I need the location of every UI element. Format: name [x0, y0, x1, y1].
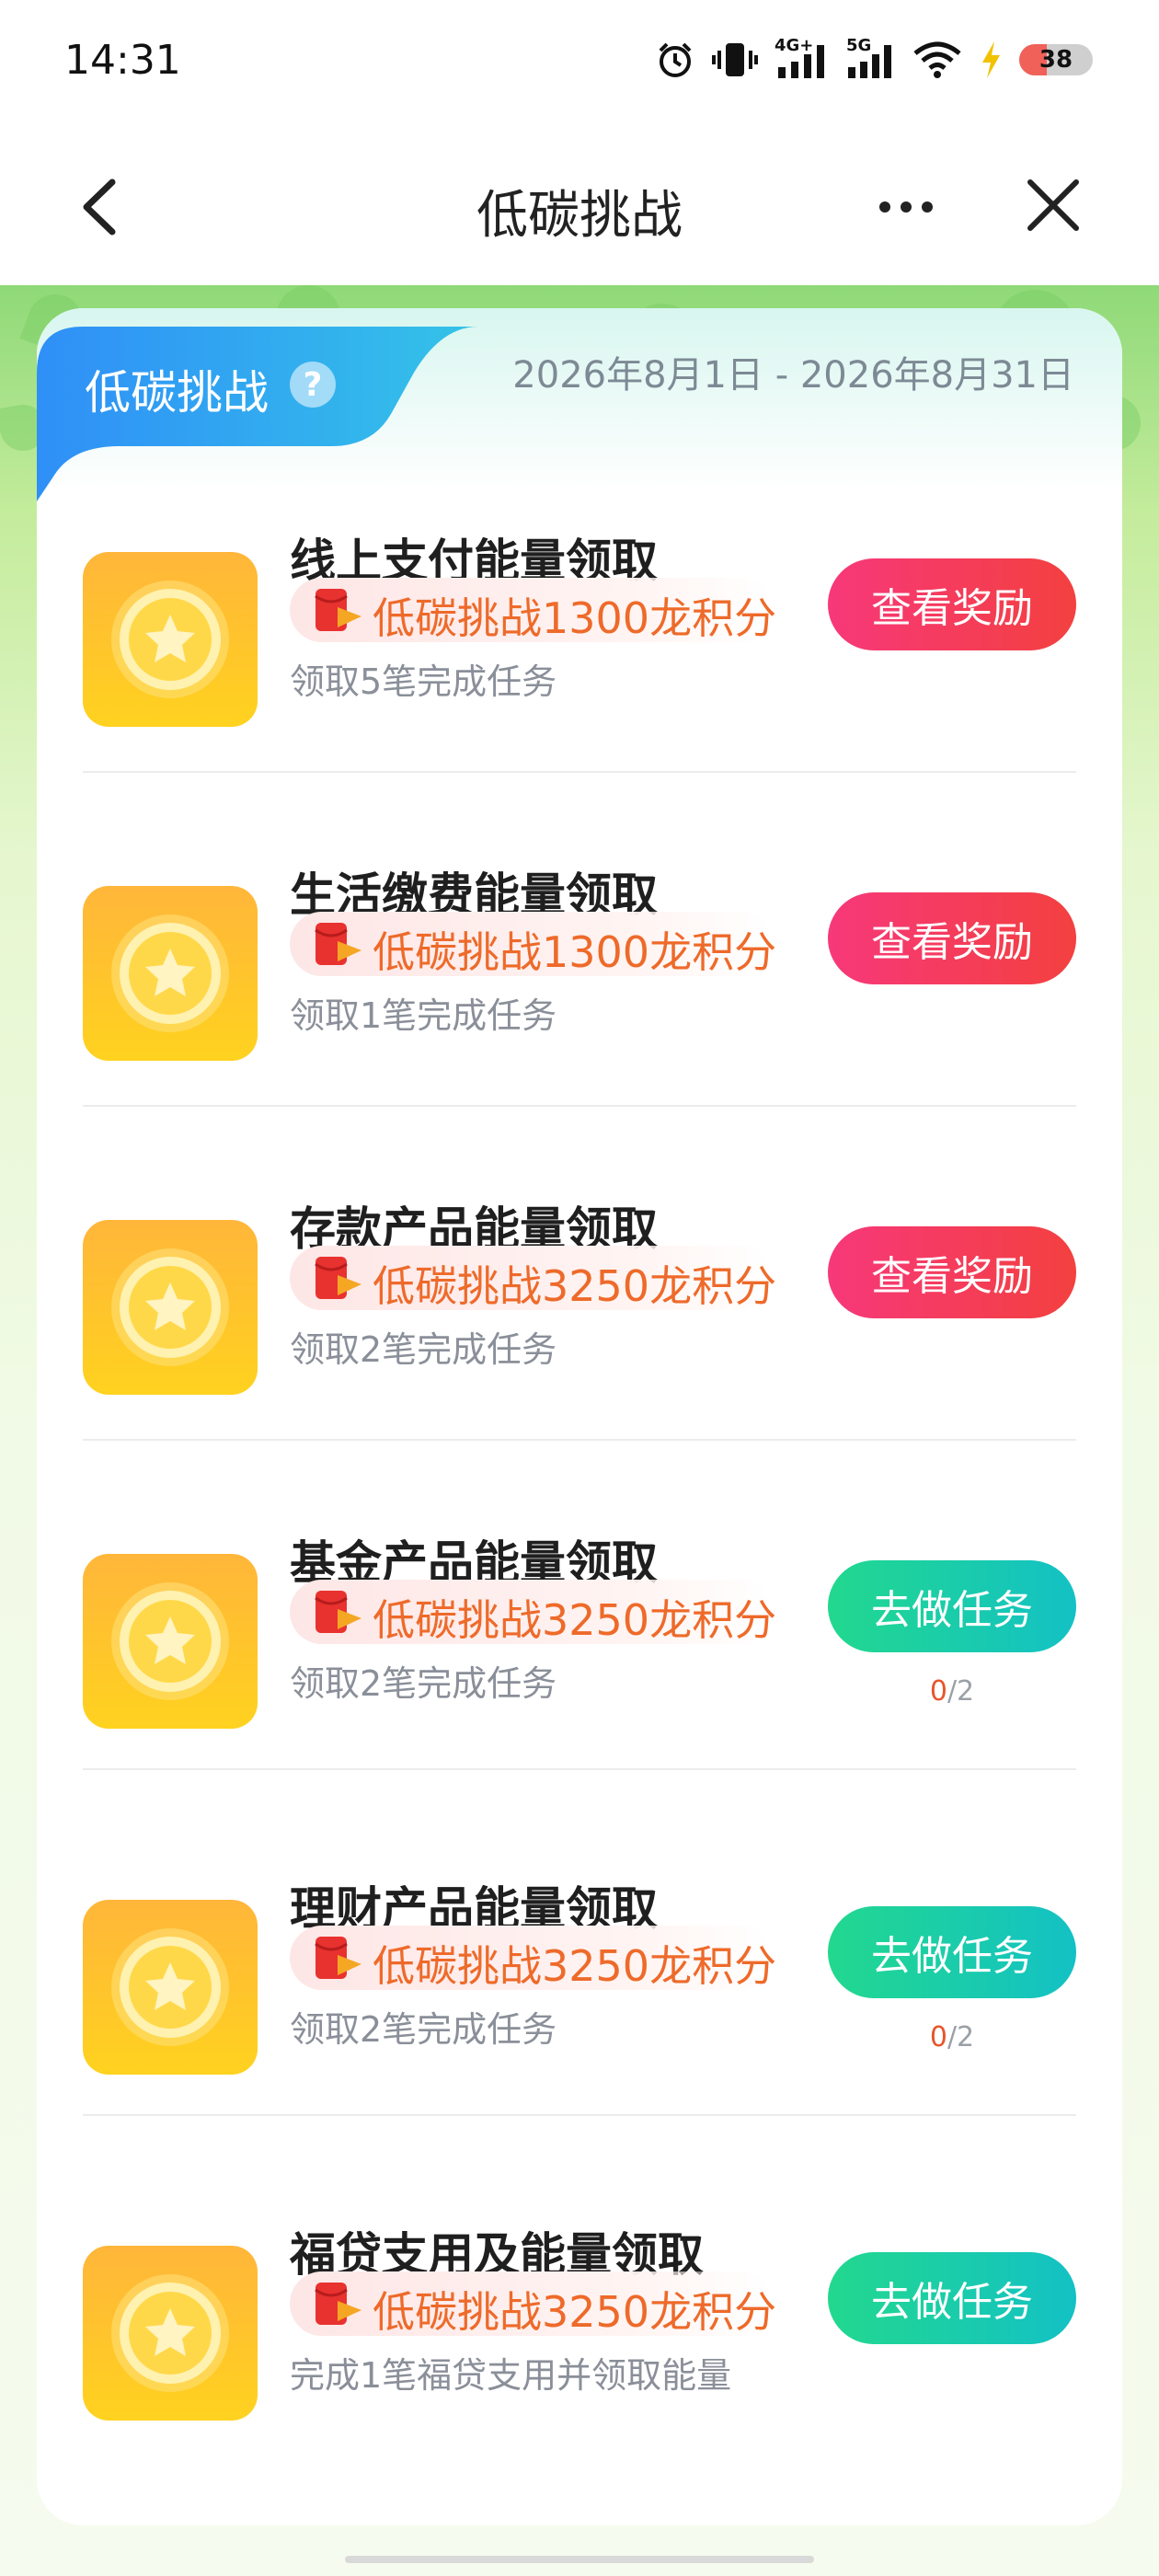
progress-total: 2 — [957, 1675, 975, 1708]
task-description: 领取1笔完成任务 — [290, 995, 557, 1036]
task-description: 领取2笔完成任务 — [290, 1663, 557, 1704]
task-icon — [83, 1900, 258, 2075]
task-icon — [83, 886, 258, 1061]
reward-badge: 低碳挑战1300龙积分 — [290, 578, 776, 643]
charging-icon — [982, 41, 1000, 78]
task-item: 理财产品能量领取 低碳挑战3250龙积分 领取2笔完成任务 去做任务 0/2 — [83, 1872, 1076, 2111]
red-envelope-icon — [315, 1937, 361, 1979]
alarm-icon — [659, 42, 692, 77]
progress-done: 0 — [929, 1675, 947, 1708]
red-envelope-icon — [315, 589, 361, 631]
task-icon — [83, 1554, 258, 1729]
task-action-button[interactable]: 查看奖励 — [828, 1226, 1076, 1318]
network-5g-indicator: 5G — [846, 36, 896, 80]
task-action-button[interactable]: 去做任务 — [828, 1906, 1076, 1998]
progress-done: 0 — [929, 2021, 947, 2053]
task-divider — [83, 1105, 1076, 1107]
task-description: 领取5笔完成任务 — [290, 661, 557, 702]
task-description: 领取2笔完成任务 — [290, 2009, 557, 2050]
task-item: 基金产品能量领取 低碳挑战3250龙积分 领取2笔完成任务 去做任务 0/2 — [83, 1526, 1076, 1765]
network-4g-indicator: 4G+ — [775, 36, 830, 80]
reward-text: 低碳挑战1300龙积分 — [373, 927, 777, 977]
reward-badge: 低碳挑战1300龙积分 — [290, 912, 776, 977]
status-time: 14:31 — [64, 37, 181, 84]
challenge-card: 低碳挑战 ? 2026年8月1日 - 2026年8月31日 线上支付能量领取 低… — [37, 308, 1122, 2525]
close-icon — [1027, 179, 1079, 231]
question-icon[interactable]: ? — [290, 362, 336, 408]
task-divider — [83, 771, 1076, 773]
status-bar: 14:31 4G+ 5G 38 — [0, 0, 1159, 124]
tab-title: 低碳挑战 — [85, 366, 269, 420]
red-envelope-icon — [315, 2283, 361, 2325]
reward-text: 低碳挑战3250龙积分 — [373, 1261, 777, 1311]
red-envelope-icon — [315, 923, 361, 965]
page-title: 低碳挑战 — [476, 186, 683, 246]
task-divider — [83, 2114, 1076, 2116]
nav-bar: 低碳挑战 — [0, 124, 1159, 285]
progress-total: 2 — [957, 2021, 975, 2053]
signal-icon — [848, 45, 891, 78]
task-description: 完成1笔福贷支用并领取能量 — [290, 2355, 732, 2396]
reward-text: 低碳挑战3250龙积分 — [373, 2287, 777, 2337]
task-item: 生活缴费能量领取 低碳挑战1300龙积分 领取1笔完成任务 查看奖励 — [83, 858, 1076, 1098]
progress-separator: / — [947, 1675, 958, 1708]
task-action-button[interactable]: 去做任务 — [828, 1560, 1076, 1652]
reward-badge: 低碳挑战3250龙积分 — [290, 1246, 776, 1311]
wifi-icon — [913, 41, 961, 78]
coin-star-icon — [111, 581, 229, 698]
task-divider — [83, 1439, 1076, 1441]
task-action-button[interactable]: 去做任务 — [828, 2252, 1076, 2344]
reward-badge: 低碳挑战3250龙积分 — [290, 1580, 776, 1645]
task-divider — [83, 1768, 1076, 1770]
coin-star-icon — [111, 1248, 229, 1366]
date-range: 2026年8月1日 - 2026年8月31日 — [512, 354, 1074, 397]
task-action-button[interactable]: 查看奖励 — [828, 892, 1076, 984]
task-progress: 0/2 — [828, 2021, 1076, 2053]
signal-icon — [778, 45, 824, 78]
task-item: 存款产品能量领取 低碳挑战3250龙积分 领取2笔完成任务 查看奖励 — [83, 1192, 1076, 1432]
task-icon — [83, 2246, 258, 2421]
home-indicator — [345, 2556, 814, 2563]
task-description: 领取2笔完成任务 — [290, 1329, 557, 1370]
battery-percent: 38 — [1039, 46, 1073, 74]
close-button[interactable] — [1023, 175, 1084, 236]
progress-separator: / — [947, 2021, 958, 2053]
more-button[interactable] — [874, 184, 938, 230]
task-item: 线上支付能量领取 低碳挑战1300龙积分 领取5笔完成任务 查看奖励 — [83, 524, 1076, 764]
reward-text: 低碳挑战3250龙积分 — [373, 1595, 777, 1645]
more-dots-icon — [879, 201, 933, 213]
coin-star-icon — [111, 2274, 229, 2392]
reward-badge: 低碳挑战3250龙积分 — [290, 1926, 776, 1991]
coin-star-icon — [111, 1928, 229, 2046]
reward-text: 低碳挑战3250龙积分 — [373, 1941, 777, 1991]
red-envelope-icon — [315, 1591, 361, 1633]
task-icon — [83, 1220, 258, 1395]
vibrate-icon — [712, 43, 758, 76]
task-item: 福贷支用及能量领取 低碳挑战3250龙积分 完成1笔福贷支用并领取能量 去做任务 — [83, 2218, 1076, 2457]
coin-star-icon — [111, 1582, 229, 1700]
task-icon — [83, 552, 258, 727]
task-action-button[interactable]: 查看奖励 — [828, 558, 1076, 650]
battery-indicator: 38 — [1019, 44, 1093, 75]
reward-text: 低碳挑战1300龙积分 — [373, 593, 777, 643]
reward-badge: 低碳挑战3250龙积分 — [290, 2271, 776, 2337]
coin-star-icon — [111, 914, 229, 1032]
task-progress: 0/2 — [828, 1675, 1076, 1708]
status-icons: 4G+ 5G 38 — [655, 36, 1093, 81]
red-envelope-icon — [315, 1257, 361, 1299]
